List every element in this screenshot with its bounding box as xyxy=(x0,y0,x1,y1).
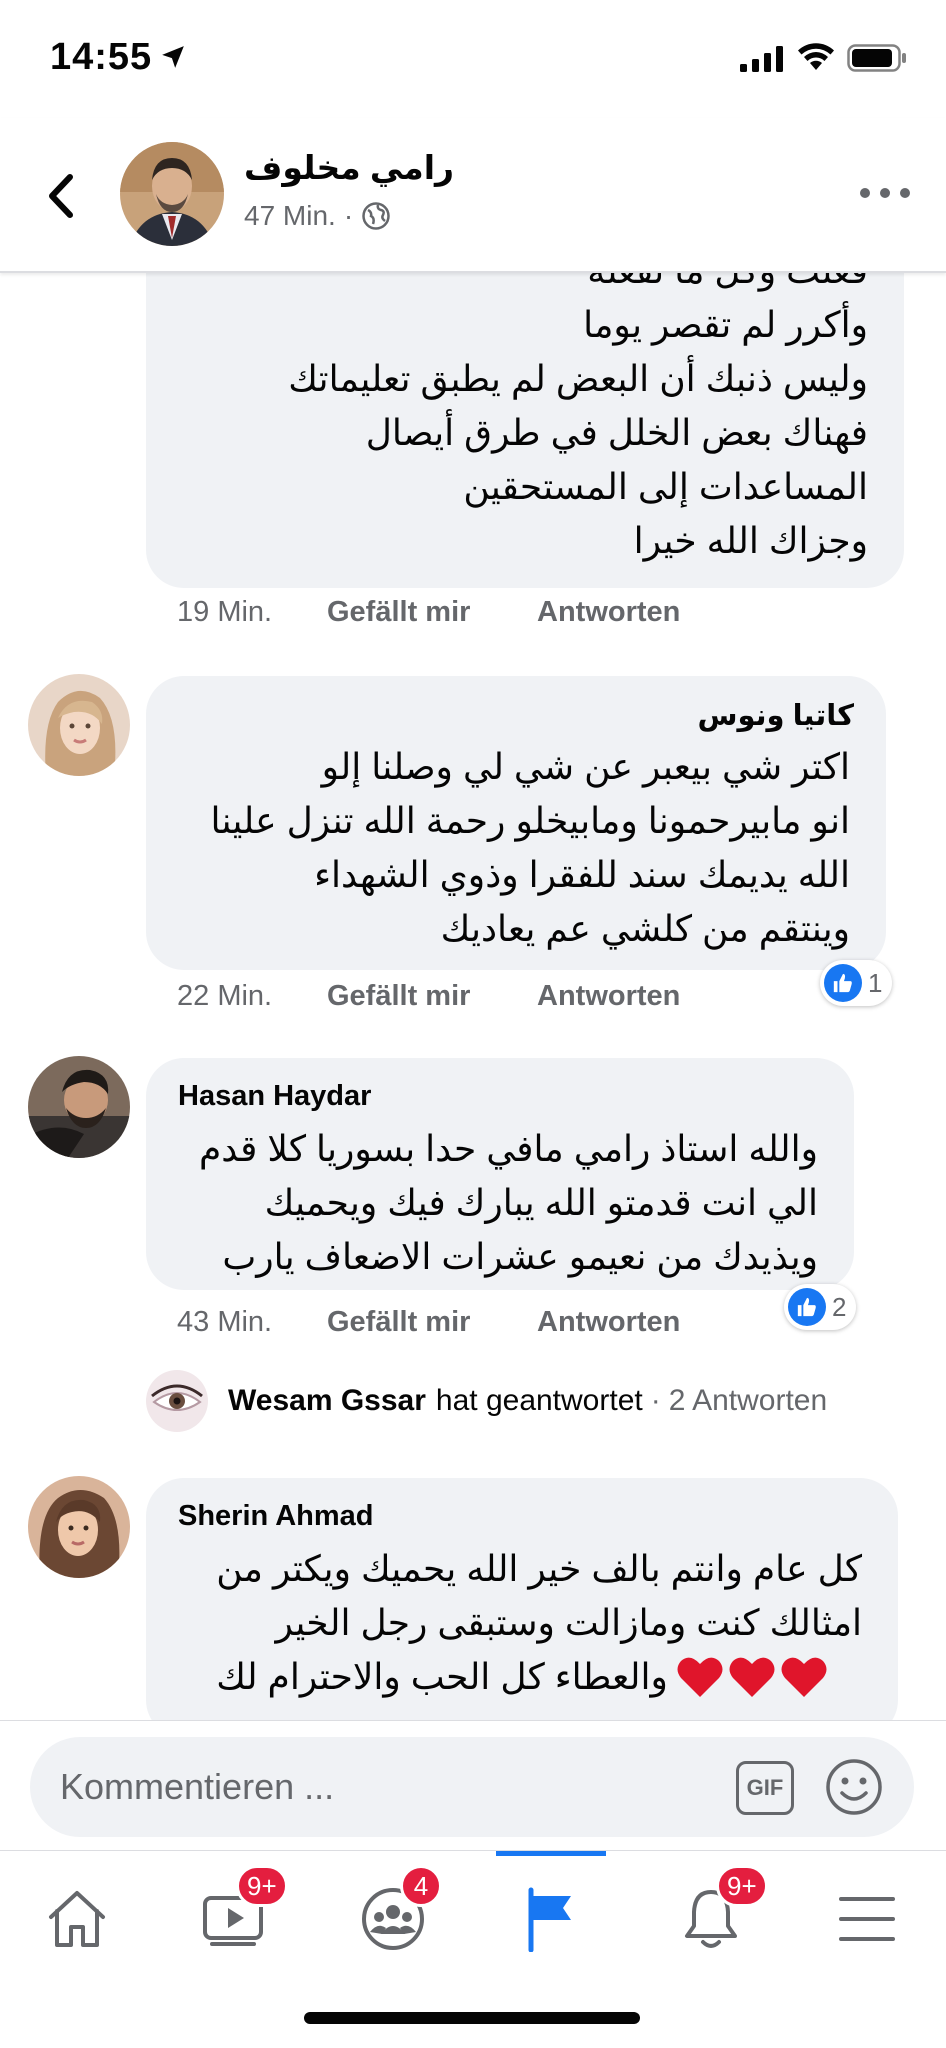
reply-count: 2 Antworten xyxy=(668,1384,828,1417)
more-dot-icon xyxy=(900,188,910,198)
nav-watch[interactable]: 9+ xyxy=(190,1865,288,1959)
status-time: 14:55 xyxy=(50,36,153,78)
profile-photo-icon xyxy=(28,1476,130,1578)
post-time: 47 Min. xyxy=(244,200,336,231)
comment-composer-bar: GIF xyxy=(0,1720,946,1850)
battery-icon xyxy=(847,44,906,72)
comment-input[interactable] xyxy=(60,1757,720,1817)
comment-line: امثالك كنت ومازالت وستبقى رجل الخير xyxy=(275,1602,862,1643)
chevron-left-icon xyxy=(49,174,73,218)
red-heart-icon xyxy=(781,1657,827,1697)
back-button[interactable] xyxy=(38,166,82,226)
cellular-signal-icon xyxy=(740,46,783,72)
comment-line: والله استاذ رامي مافي حدا بسوريا كلا قدم xyxy=(198,1128,818,1169)
comment-line: وجزاك الله خيرا xyxy=(633,520,868,561)
hamburger-menu-icon xyxy=(839,1897,895,1941)
location-arrow-icon xyxy=(162,46,184,68)
reply-text: hat geantwortet xyxy=(435,1384,643,1417)
post-header: رامي مخلوف 47 Min. · xyxy=(0,118,946,273)
comment-bubble[interactable]: Sherin Ahmad كل عام وانتم بالف خير الله … xyxy=(146,1478,898,1738)
comment-time: 19 Min. xyxy=(177,596,273,628)
commenter-avatar[interactable] xyxy=(28,1056,130,1158)
home-icon xyxy=(49,1891,105,1947)
gif-button[interactable]: GIF xyxy=(736,1761,794,1815)
heart-emojis xyxy=(676,1655,828,1699)
nav-menu[interactable] xyxy=(822,1879,912,1959)
post-meta: 47 Min. · xyxy=(244,200,391,232)
reply-button[interactable]: Antworten xyxy=(537,980,680,1013)
comment-line: ويذيدك من نعيمو عشرات الاضعاف يارب xyxy=(222,1236,818,1277)
like-button[interactable]: Gefällt mir xyxy=(327,1306,537,1339)
comment-line: وينتقم من كلشي عم يعاديك xyxy=(440,908,850,949)
like-reaction-icon xyxy=(824,964,862,1002)
comment-line: انو مابيرحمونا ومابيخلو رحمة الله تنزل ع… xyxy=(210,800,851,841)
comment-actions: 19 Min. Gefällt mir Antworten xyxy=(177,596,680,629)
nav-notifications[interactable]: 9+ xyxy=(666,1865,768,1959)
comment-text: كل عام وانتم بالف خير الله يحميك ويكتر م… xyxy=(216,1542,862,1704)
reply-button[interactable]: Antworten xyxy=(537,596,680,629)
profile-photo-icon xyxy=(146,1370,208,1432)
comment-line: كل عام وانتم بالف خير الله يحميك ويكتر م… xyxy=(216,1548,862,1589)
comment-bubble[interactable]: Hasan Haydar والله استاذ رامي مافي حدا ب… xyxy=(146,1058,854,1290)
status-bar: 14:55 xyxy=(0,0,946,118)
comment-line: فهناك بعض الخلل في طرق أيصال xyxy=(365,412,868,453)
groups-badge: 4 xyxy=(400,1865,442,1907)
comment-line: والعطاء كل الحب والاحترام لك xyxy=(216,1650,862,1704)
nav-groups[interactable]: 4 xyxy=(348,1865,442,1959)
emoji-icon[interactable] xyxy=(824,1757,884,1817)
comment-author[interactable]: كاتيا ونوس xyxy=(697,698,854,733)
page-name[interactable]: رامي مخلوف xyxy=(244,148,454,187)
comment-actions: 22 Min. Gefällt mir Antworten xyxy=(177,980,680,1013)
comment-line: الي انت قدمتو الله يبارك فيك ويحميك xyxy=(264,1182,818,1223)
reaction-number: 2 xyxy=(832,1291,847,1322)
comment-bubble[interactable]: كاتيا ونوس اكتر شي بيعبر عن شي لي وصلنا … xyxy=(146,676,886,970)
more-dot-icon xyxy=(880,188,890,198)
nav-home[interactable] xyxy=(32,1879,122,1959)
profile-photo-icon xyxy=(28,1056,130,1158)
more-options-button[interactable] xyxy=(860,178,910,208)
commenter-avatar[interactable] xyxy=(28,1476,130,1578)
comment-line: وأكرر لم تقصر يوما xyxy=(583,304,868,345)
comment-text: والله استاذ رامي مافي حدا بسوريا كلا قدم… xyxy=(199,1122,818,1284)
page-avatar[interactable] xyxy=(120,142,224,246)
wifi-icon xyxy=(798,43,834,70)
notifications-badge: 9+ xyxy=(716,1865,768,1907)
profile-photo-icon xyxy=(120,142,224,246)
globe-icon xyxy=(362,202,390,230)
comment-time: 43 Min. xyxy=(177,1306,273,1338)
comment-line: الله يديمك سند للفقرا وذوي الشهداء xyxy=(314,854,850,895)
comment-author[interactable]: Sherin Ahmad xyxy=(178,1500,374,1533)
comment-line: اكتر شي بيعبر عن شي لي وصلنا إلو xyxy=(321,746,850,787)
meta-separator: · xyxy=(343,200,354,231)
view-replies-link[interactable]: Wesam Gssar hat geantwortet · 2 Antworte… xyxy=(146,1370,827,1432)
reply-separator: · xyxy=(650,1384,661,1417)
reply-author: Wesam Gssar xyxy=(228,1384,426,1417)
like-button[interactable]: Gefällt mir xyxy=(327,596,537,629)
comment-text: اكتر شي بيعبر عن شي لي وصلنا إلو انو ماب… xyxy=(211,740,851,956)
more-dot-icon xyxy=(860,188,870,198)
home-indicator[interactable] xyxy=(304,2012,640,2024)
comment-text: فعلت وكل ما تفعله وأكرر لم تقصر يوما ولي… xyxy=(288,244,868,568)
like-reaction-icon xyxy=(788,1288,826,1326)
profile-photo-icon xyxy=(28,674,130,776)
comment-line: المساعدات إلى المستحقين xyxy=(463,466,868,507)
reaction-number: 1 xyxy=(868,967,883,998)
comment-composer: GIF xyxy=(30,1737,914,1837)
reaction-count[interactable]: 2 xyxy=(784,1284,857,1330)
nav-pages[interactable] xyxy=(496,1851,606,1959)
watch-badge: 9+ xyxy=(236,1865,288,1907)
like-button[interactable]: Gefällt mir xyxy=(327,980,537,1013)
comment-time: 22 Min. xyxy=(177,980,273,1012)
red-heart-icon xyxy=(729,1657,775,1697)
reply-avatar xyxy=(146,1370,208,1432)
reply-button[interactable]: Antworten xyxy=(537,1306,680,1339)
red-heart-icon xyxy=(677,1657,723,1697)
commenter-avatar[interactable] xyxy=(28,674,130,776)
comment-line-text: والعطاء كل الحب والاحترام لك xyxy=(216,1656,668,1697)
reaction-count[interactable]: 1 xyxy=(820,960,893,1006)
comment-author[interactable]: Hasan Haydar xyxy=(178,1080,371,1113)
comment-line: وليس ذنبك أن البعض لم يطبق تعليماتك xyxy=(288,358,868,399)
comment-actions: 43 Min. Gefällt mir Antworten xyxy=(177,1306,680,1339)
flag-icon xyxy=(528,1887,571,1952)
